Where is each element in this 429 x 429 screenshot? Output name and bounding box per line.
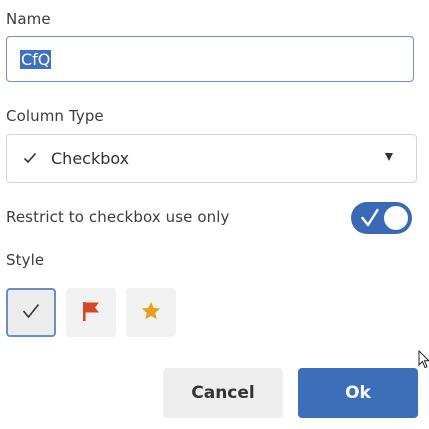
style-option-flag[interactable] xyxy=(66,288,116,337)
chevron-down-icon xyxy=(385,153,393,161)
check-icon xyxy=(361,208,379,232)
name-label: Name xyxy=(6,10,51,28)
toggle-knob xyxy=(384,206,408,230)
check-icon xyxy=(22,303,40,323)
ok-button[interactable]: Ok xyxy=(298,368,418,418)
column-type-value: Checkbox xyxy=(51,149,130,168)
restrict-label: Restrict to checkbox use only xyxy=(6,208,230,226)
check-icon xyxy=(23,149,37,168)
star-icon xyxy=(140,300,162,326)
mouse-cursor-icon xyxy=(418,349,429,374)
column-type-select[interactable]: Checkbox xyxy=(6,134,417,183)
column-settings-dialog: Name CfQ Column Type Checkbox Restrict t… xyxy=(0,0,429,429)
cancel-button[interactable]: Cancel xyxy=(163,368,283,418)
column-type-label: Column Type xyxy=(6,107,104,125)
name-input[interactable]: CfQ xyxy=(6,36,414,82)
restrict-toggle[interactable] xyxy=(351,202,412,234)
name-input-value: CfQ xyxy=(20,49,52,69)
style-option-checkmark[interactable] xyxy=(6,288,56,337)
style-label: Style xyxy=(6,251,45,269)
style-option-star[interactable] xyxy=(126,288,176,337)
flag-icon xyxy=(81,300,101,326)
